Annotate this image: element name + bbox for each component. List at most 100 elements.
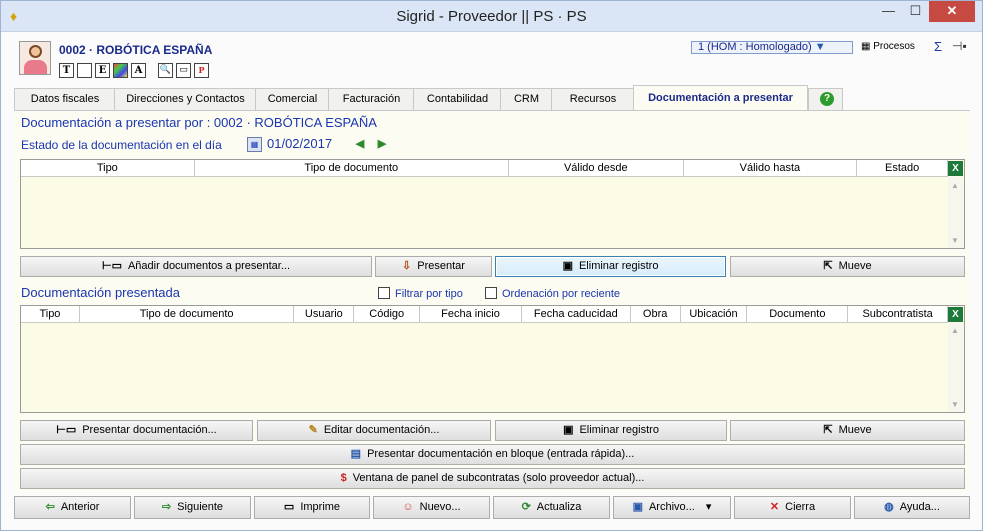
- edit-format-icon[interactable]: E: [95, 63, 110, 78]
- col-header[interactable]: Tipo de documento: [195, 160, 509, 176]
- help-icon: ?: [820, 92, 834, 106]
- panel-icon: $: [340, 472, 347, 484]
- col-header[interactable]: Documento: [747, 306, 849, 322]
- excel-export-icon[interactable]: X: [948, 161, 963, 176]
- col-header[interactable]: Subcontratista: [848, 306, 948, 322]
- text-format-icon[interactable]: T: [59, 63, 74, 78]
- tab-recursos[interactable]: Recursos: [551, 88, 635, 110]
- move-2-button[interactable]: ⇱ Mueve: [730, 420, 965, 441]
- scrollbar[interactable]: ▲ ▼: [948, 323, 964, 412]
- previous-button[interactable]: ⇦ Anterior: [14, 496, 131, 519]
- pin-icon[interactable]: ⊣▪: [952, 39, 967, 53]
- tab-facturacion[interactable]: Facturación: [328, 88, 415, 110]
- tab-help[interactable]: ?: [808, 88, 843, 110]
- color-icon[interactable]: [113, 63, 128, 78]
- prev-date-icon[interactable]: ◀: [353, 138, 367, 152]
- grid-presented-header: Tipo Tipo de documento Usuario Código Fe…: [21, 306, 948, 323]
- col-header[interactable]: Ubicación: [681, 306, 748, 322]
- tab-contabilidad[interactable]: Contabilidad: [413, 88, 502, 110]
- col-header[interactable]: Tipo: [21, 306, 80, 322]
- title-bar: ♦ Sigrid - Proveedor || PS · PS — ☐ ✕: [1, 1, 982, 32]
- col-header[interactable]: Fecha inicio: [420, 306, 522, 322]
- save-icon: ▣: [632, 501, 643, 513]
- col-header[interactable]: Estado: [857, 160, 949, 176]
- excel-export-icon[interactable]: X: [948, 307, 963, 322]
- col-header[interactable]: Usuario: [294, 306, 355, 322]
- dropdown-icon: ▼: [814, 41, 826, 53]
- grid-pending-header: Tipo Tipo de documento Válido desde Váli…: [21, 160, 949, 177]
- col-header[interactable]: Obra: [631, 306, 681, 322]
- presentar-button[interactable]: ⇩ Presentar: [375, 256, 492, 277]
- edit-icon: ✎: [308, 424, 318, 436]
- delete-icon: ▣: [562, 260, 573, 272]
- arrow-left-icon: ⇦: [45, 501, 55, 513]
- arrow-down-icon: ⇩: [402, 260, 412, 272]
- record-header: 0002 · ROBÓTICA ESPAÑA T E A 🔍 ▭ P 1 (HO…: [9, 35, 975, 83]
- sigma-icon[interactable]: Σ: [934, 39, 942, 54]
- tab-comercial[interactable]: Comercial: [255, 88, 330, 110]
- delete-record-2-button[interactable]: ▣ Eliminar registro: [495, 420, 727, 441]
- grid-presented[interactable]: Tipo Tipo de documento Usuario Código Fe…: [20, 305, 965, 413]
- window-title: Sigrid - Proveedor || PS · PS: [396, 8, 587, 25]
- dropdown-icon: ▾: [705, 501, 712, 513]
- delete-record-button[interactable]: ▣ Eliminar registro: [495, 256, 726, 277]
- edit-documentation-button[interactable]: ✎ Editar documentación...: [257, 420, 491, 441]
- presentar-documentacion-button[interactable]: ⊢▭ Presentar documentación...: [20, 420, 253, 441]
- estado-label: Estado de la documentación en el día: [21, 138, 222, 152]
- date-field[interactable]: ▦ 01/02/2017: [247, 136, 347, 154]
- col-header[interactable]: Válido hasta: [684, 160, 858, 176]
- add-icon: ⊢▭: [56, 424, 77, 436]
- minimize-button[interactable]: —: [875, 1, 902, 22]
- maximize-button[interactable]: ☐: [902, 1, 929, 22]
- close-button[interactable]: ✕: [929, 1, 975, 22]
- preview-icon[interactable]: 🔍: [158, 63, 173, 78]
- user-add-icon: ☺: [402, 501, 414, 513]
- col-header[interactable]: Válido desde: [509, 160, 684, 176]
- col-header[interactable]: Fecha caducidad: [522, 306, 631, 322]
- col-header[interactable]: Código: [354, 306, 421, 322]
- order-recent-checkbox[interactable]: Ordenación por reciente: [485, 287, 620, 300]
- avatar: [19, 41, 51, 75]
- format-toolbar: T E A 🔍 ▭ P: [59, 63, 209, 79]
- note-icon[interactable]: [77, 63, 92, 78]
- help-button[interactable]: ◍ Ayuda...: [854, 496, 970, 519]
- subcontract-panel-button[interactable]: $ Ventana de panel de subcontratas (solo …: [20, 468, 965, 489]
- next-button[interactable]: ⇨ Siguiente: [134, 496, 251, 519]
- col-header[interactable]: Tipo de documento: [80, 306, 295, 322]
- scrollbar[interactable]: ▲ ▼: [948, 177, 964, 248]
- tab-content: Documentación a presentar por : 0002 · R…: [14, 110, 970, 492]
- tab-datos-fiscales[interactable]: Datos fiscales: [14, 88, 116, 110]
- move-icon: ⇱: [823, 424, 833, 436]
- tab-documentacion[interactable]: Documentación a presentar: [633, 85, 808, 110]
- main-window: ♦ Sigrid - Proveedor || PS · PS — ☐ ✕ 00…: [0, 0, 983, 531]
- print-icon[interactable]: ▭: [176, 63, 191, 78]
- printer-icon: ▭: [283, 501, 295, 513]
- pdf-icon[interactable]: P: [194, 63, 209, 78]
- filter-by-type-checkbox[interactable]: Filtrar por tipo: [378, 287, 463, 300]
- section2-title: Documentación presentada: [21, 285, 180, 300]
- tab-direcciones[interactable]: Direcciones y Contactos: [114, 88, 257, 110]
- new-button[interactable]: ☺ Nuevo...: [373, 496, 490, 519]
- col-header[interactable]: Tipo: [21, 160, 195, 176]
- delete-icon: ▣: [563, 424, 574, 436]
- bulk-present-button[interactable]: ▤ Presentar documentación en bloque (entr…: [20, 444, 965, 465]
- procesos-link[interactable]: ▦ Procesos: [861, 41, 915, 52]
- file-menu-button[interactable]: ▣ Archivo... ▾: [613, 496, 731, 519]
- refresh-icon: ⟳: [521, 501, 531, 513]
- move-button[interactable]: ⇱ Mueve: [730, 256, 965, 277]
- next-date-icon[interactable]: ▶: [375, 138, 389, 152]
- calendar-icon[interactable]: ▦: [247, 137, 262, 152]
- close-window-button[interactable]: ✕ Cierra: [734, 496, 851, 519]
- section1-title: Documentación a presentar por : 0002 · R…: [21, 115, 377, 130]
- close-icon: ✕: [769, 501, 780, 513]
- company-name: 0002 · ROBÓTICA ESPAÑA: [59, 43, 213, 57]
- list-icon: ▤: [350, 448, 362, 460]
- grid-pending[interactable]: Tipo Tipo de documento Válido desde Váli…: [20, 159, 965, 249]
- add-documents-button[interactable]: ⊢▭ Añadir documentos a presentar...: [20, 256, 372, 277]
- print-button[interactable]: ▭ Imprime: [254, 496, 370, 519]
- status-select[interactable]: 1 (HOM : Homologado) ▼: [691, 41, 853, 54]
- tab-crm[interactable]: CRM: [500, 88, 553, 110]
- refresh-button[interactable]: ⟳ Actualiza: [493, 496, 610, 519]
- add-icon: ⊢▭: [101, 260, 122, 272]
- font-icon[interactable]: A: [131, 63, 146, 78]
